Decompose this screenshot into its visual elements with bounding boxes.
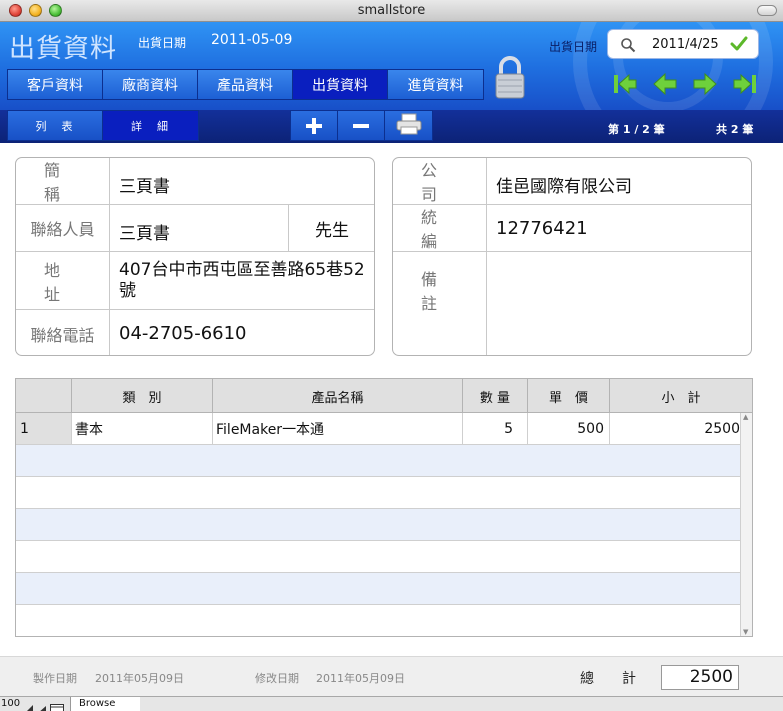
tab-shipments[interactable]: 出貨資料	[293, 70, 388, 99]
total-field[interactable]: 2500	[661, 665, 739, 690]
company-row: 公司 佳邑國際有限公司	[393, 158, 751, 205]
created-date-value: 2011年05月09日	[95, 672, 184, 685]
table-row[interactable]	[16, 509, 740, 541]
layout-header: 出貨資料 出貨日期 2011-05-09 出貨日期 2011/4/25 客戶資料…	[0, 22, 783, 143]
record-navigation	[612, 72, 758, 96]
phone-row: 聯絡電話 04-2705-6610	[16, 310, 374, 355]
table-scrollbar[interactable]: ▲ ▼	[740, 413, 752, 636]
window-titlebar: smallstore	[0, 0, 783, 22]
page-title: 出貨資料	[9, 34, 118, 64]
view-switcher: 列 表 詳 細	[7, 110, 199, 141]
delete-record-button[interactable]	[338, 111, 385, 140]
company-label: 公司	[393, 158, 487, 204]
modified-date-value: 2011年05月09日	[316, 672, 405, 685]
scroll-down-icon[interactable]: ▼	[743, 628, 748, 636]
note-row: 備註	[393, 252, 751, 355]
record-toolbar	[290, 110, 433, 141]
phone-label: 聯絡電話	[16, 310, 110, 355]
address-field[interactable]: 407台中市西屯區至善路65巷52號	[119, 260, 369, 302]
find-date-label: 出貨日期	[549, 40, 598, 54]
category-cell[interactable]: 書本	[72, 413, 213, 444]
zoom-controls	[24, 699, 64, 711]
toolbar-toggle-button[interactable]	[757, 5, 777, 16]
print-button[interactable]	[385, 111, 432, 140]
address-row: 地址 407台中市西屯區至善路65巷52號	[16, 252, 374, 310]
customer-info-panel: 簡稱 三頁書 聯絡人員 三頁書 先生 地址 407台中市西屯區至善路65巷52號…	[15, 157, 375, 356]
created-date-label: 製作日期	[33, 672, 77, 685]
price-cell[interactable]: 500	[528, 413, 610, 444]
subtotal-cell[interactable]: 2500	[610, 413, 740, 444]
contact-row: 聯絡人員 三頁書 先生	[16, 205, 374, 252]
line-items-table: 類 別 產品名稱 數 量 單 價 小 計 1 書本 FileMaker一本通 5…	[15, 378, 753, 637]
company-info-panel: 公司 佳邑國際有限公司 統編 12776421 備註	[392, 157, 752, 356]
tax-id-row: 統編 12776421	[393, 205, 751, 252]
table-row[interactable]	[16, 573, 740, 605]
row-number: 1	[16, 413, 72, 444]
zoom-in-icon[interactable]	[37, 699, 47, 711]
note-label: 備註	[393, 252, 487, 355]
ship-date-value: 2011-05-09	[211, 32, 293, 48]
main-navigation: 客戶資料 廠商資料 產品資料 出貨資料 進貨資料	[7, 69, 484, 100]
table-header: 類 別 產品名稱 數 量 單 價 小 計	[16, 379, 752, 413]
next-record-icon[interactable]	[692, 72, 718, 96]
contact-field[interactable]: 三頁書	[119, 219, 170, 244]
first-record-icon[interactable]	[612, 72, 638, 96]
window-title: smallstore	[357, 3, 426, 18]
contact-label: 聯絡人員	[16, 205, 110, 251]
product-header: 產品名稱	[213, 379, 463, 413]
tab-products[interactable]: 產品資料	[198, 70, 293, 99]
short-name-row: 簡稱 三頁書	[16, 158, 374, 205]
category-header: 類 別	[72, 379, 213, 413]
record-total: 共 2 筆	[716, 123, 754, 136]
table-row[interactable]	[16, 445, 740, 477]
lock-icon[interactable]	[494, 55, 526, 99]
qty-header: 數 量	[463, 379, 528, 413]
mode-indicator[interactable]: Browse	[70, 697, 140, 711]
tab-detail-view[interactable]: 詳 細	[103, 111, 198, 140]
status-area-toggle-icon[interactable]	[50, 699, 64, 711]
tax-id-field[interactable]: 12776421	[496, 218, 588, 239]
company-field[interactable]: 佳邑國際有限公司	[496, 172, 632, 197]
table-row[interactable]	[16, 541, 740, 573]
address-label: 地址	[16, 252, 110, 309]
table-row[interactable]: 1 書本 FileMaker一本通 5 500 2500	[16, 413, 740, 445]
zoom-level[interactable]: 100	[1, 698, 20, 709]
printer-icon	[396, 113, 422, 139]
phone-field[interactable]: 04-2705-6610	[119, 323, 247, 344]
previous-record-icon[interactable]	[652, 72, 678, 96]
checkmark-icon[interactable]	[730, 36, 748, 56]
modified-date-label: 修改日期	[255, 672, 299, 685]
record-position: 第 1 / 2 筆	[608, 123, 665, 136]
last-record-icon[interactable]	[732, 72, 758, 96]
short-name-label: 簡稱	[16, 158, 110, 204]
layout-footer: 製作日期 2011年05月09日 修改日期 2011年05月09日 總 計 25…	[0, 656, 783, 696]
short-name-field[interactable]: 三頁書	[119, 172, 170, 197]
tab-list-view[interactable]: 列 表	[8, 111, 103, 140]
tax-id-label: 統編	[393, 205, 487, 251]
price-header: 單 價	[528, 379, 610, 413]
table-row[interactable]	[16, 477, 740, 509]
find-date-value: 2011/4/25	[652, 37, 719, 52]
tab-purchases[interactable]: 進貨資料	[388, 70, 483, 99]
row-number-header	[16, 379, 72, 413]
subtotal-header: 小 計	[661, 390, 701, 406]
table-row[interactable]	[16, 605, 740, 636]
total-label: 總 計	[580, 671, 636, 687]
tab-customers[interactable]: 客戶資料	[8, 70, 103, 99]
tab-vendors[interactable]: 廠商資料	[103, 70, 198, 99]
zoom-out-icon[interactable]	[24, 699, 34, 711]
contact-title-field[interactable]: 先生	[288, 205, 374, 251]
add-record-button[interactable]	[291, 111, 338, 140]
status-bar: 100 Browse	[0, 696, 783, 711]
ship-date-label: 出貨日期	[138, 36, 187, 50]
product-cell[interactable]: FileMaker一本通	[213, 413, 463, 444]
search-icon[interactable]	[620, 37, 636, 57]
qty-cell[interactable]: 5	[463, 413, 528, 444]
find-date-field[interactable]: 2011/4/25	[607, 29, 759, 59]
scroll-up-icon[interactable]: ▲	[743, 413, 748, 421]
